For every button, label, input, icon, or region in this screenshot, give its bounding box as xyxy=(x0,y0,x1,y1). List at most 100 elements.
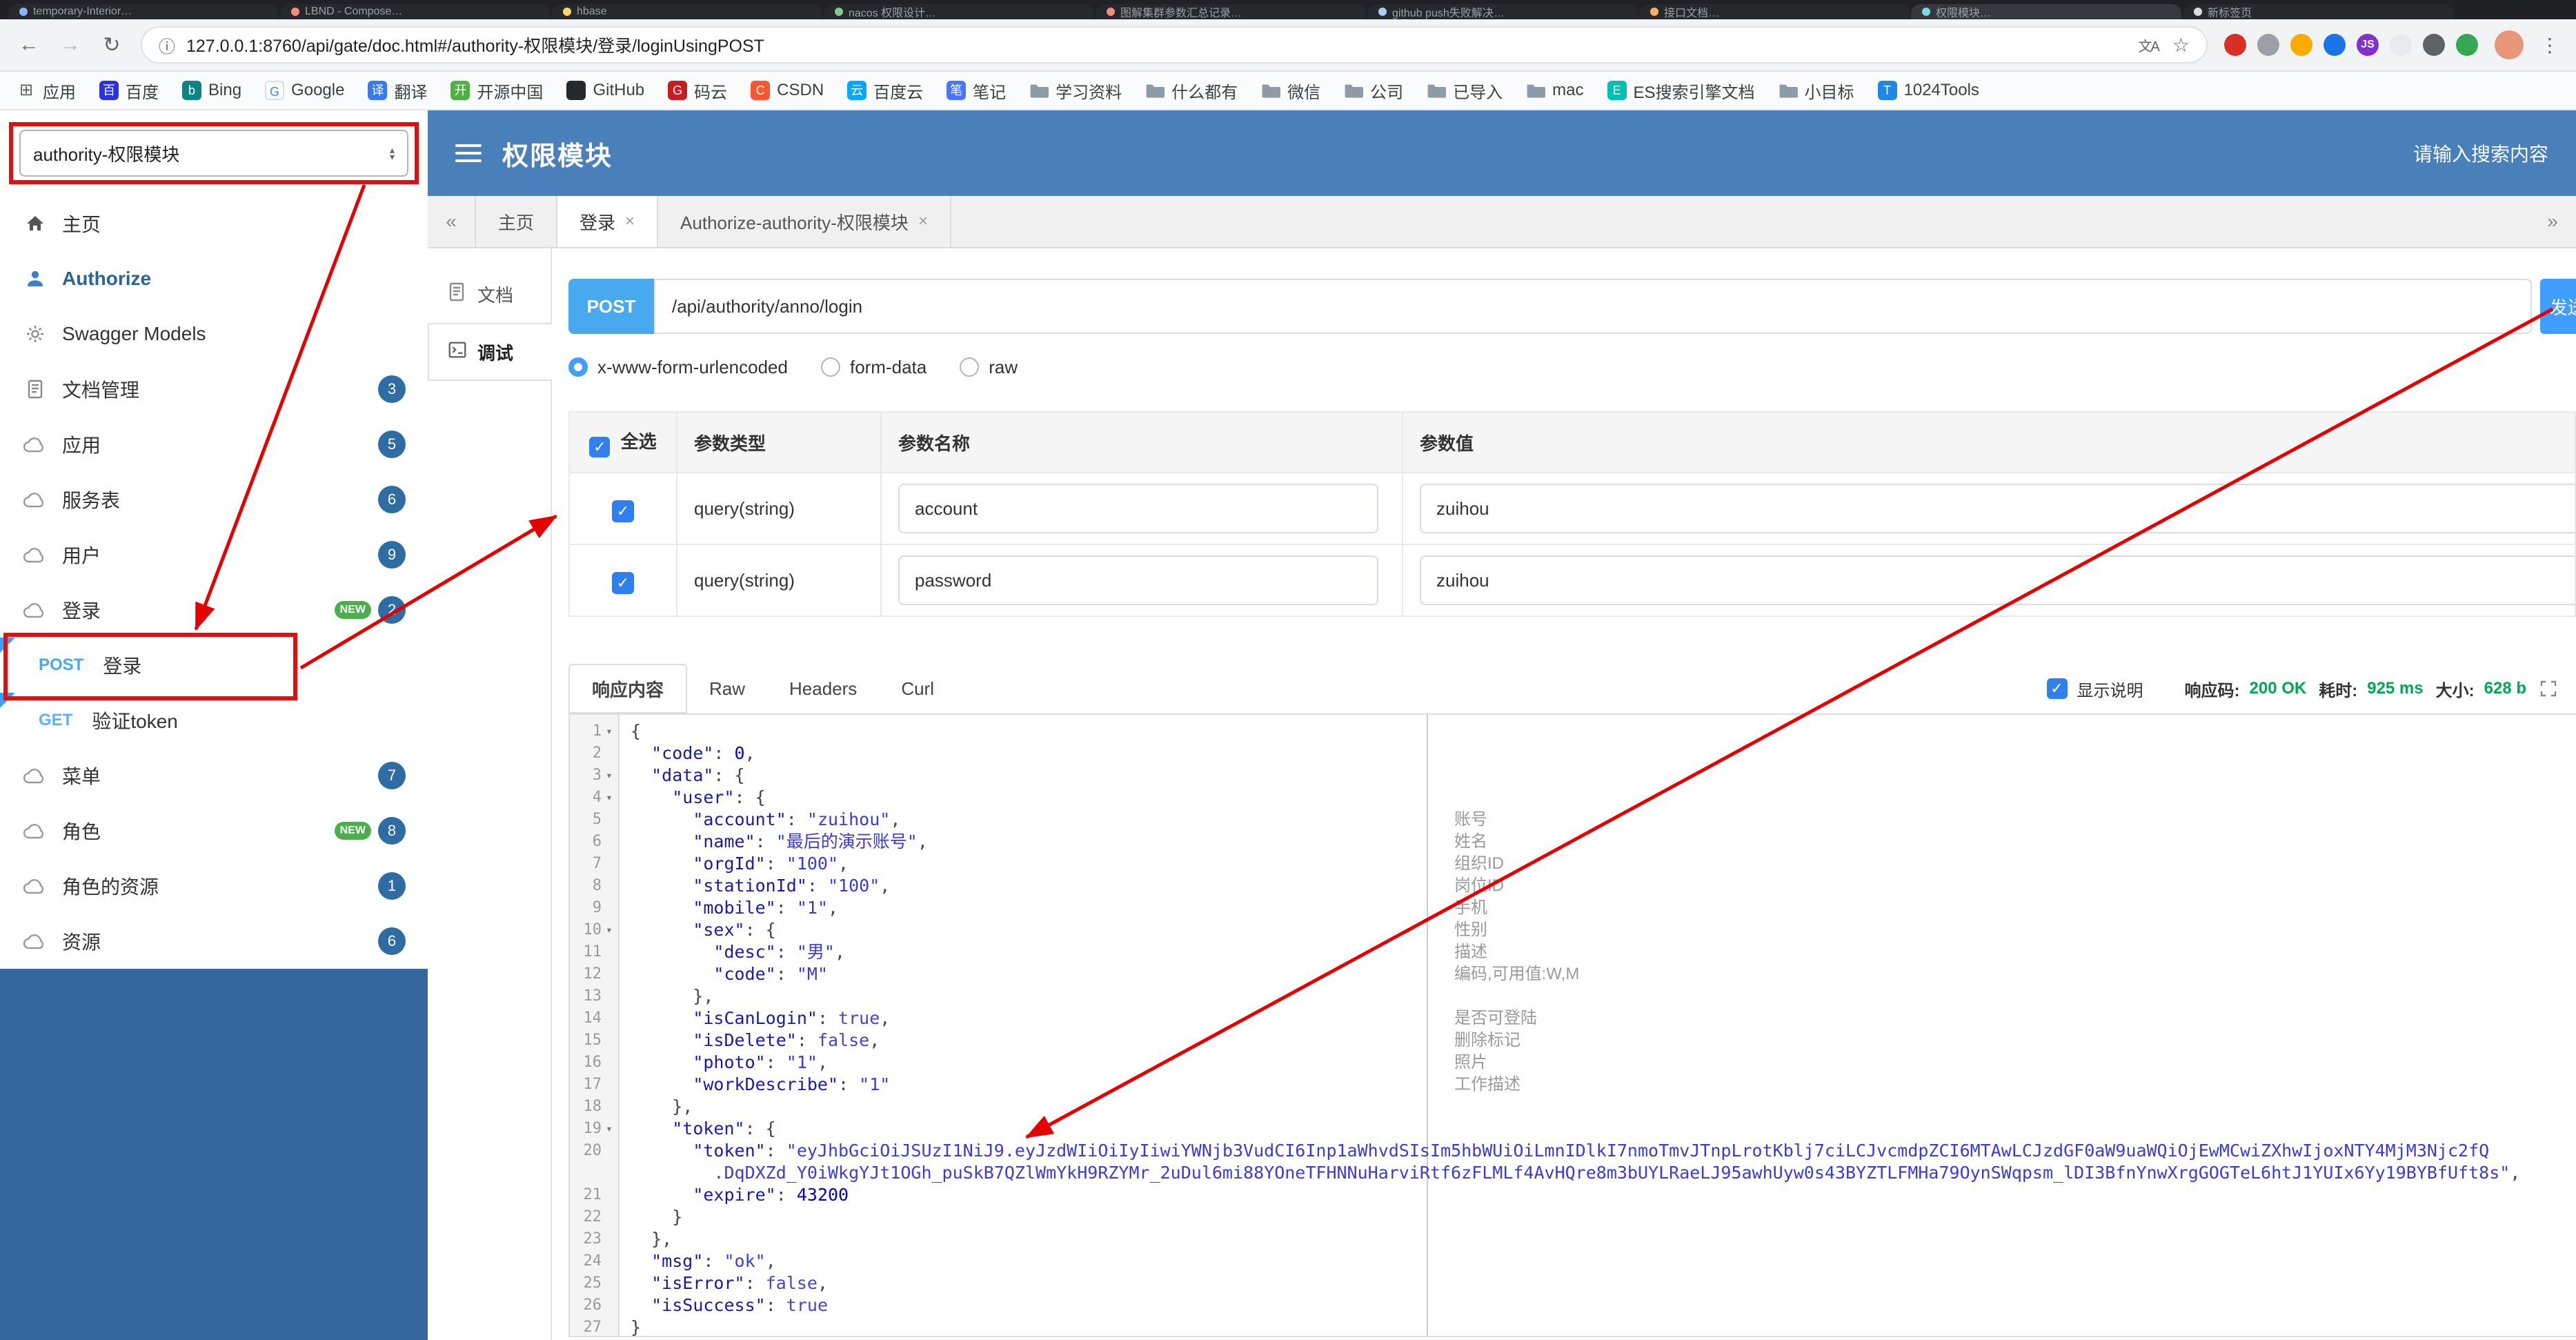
tab-home[interactable]: 主页 xyxy=(475,196,558,247)
sidebar-item-menu[interactable]: 菜单 7 xyxy=(0,748,428,803)
hamburger-icon[interactable] xyxy=(455,139,482,167)
sidebar-item-post-login[interactable]: POST 登录 xyxy=(0,638,428,693)
extension-icon[interactable] xyxy=(2224,34,2246,56)
bookmark-bing[interactable]: b Bing xyxy=(182,81,241,100)
browser-tab[interactable]: temporary-Interior… xyxy=(8,4,279,19)
radio-icon[interactable] xyxy=(960,357,980,377)
bookmark-mac-folder[interactable]: mac xyxy=(1526,81,1584,100)
bookmark-google[interactable]: G Google xyxy=(265,81,344,100)
param-value-input[interactable]: zuihou xyxy=(1420,555,2574,605)
translate-icon[interactable]: 文A xyxy=(2139,35,2160,55)
page-info-icon[interactable]: ⓘ xyxy=(159,33,175,57)
browser-tab[interactable]: hbase xyxy=(552,4,822,19)
extension-icon[interactable]: JS xyxy=(2357,34,2379,56)
address-bar[interactable]: ⓘ 127.0.0.1:8760/api/gate/doc.html#/auth… xyxy=(141,26,2208,63)
request-url-input[interactable]: /api/authority/anno/login xyxy=(654,279,2532,334)
param-value-input[interactable]: zuihou xyxy=(1420,484,2574,533)
response-tab[interactable]: Headers xyxy=(767,664,879,713)
extension-icon[interactable] xyxy=(2456,34,2478,56)
back-icon[interactable]: ← xyxy=(17,33,41,57)
extension-icon[interactable] xyxy=(2423,34,2445,56)
bookmark-es-docs[interactable]: E ES搜索引擎文档 xyxy=(1607,79,1755,103)
bookmark-note[interactable]: 笔笔记 xyxy=(947,79,1006,103)
vtab-debug[interactable]: 调试 xyxy=(428,323,552,381)
browser-tab[interactable]: 新标签页 xyxy=(2183,4,2453,19)
close-icon[interactable]: × xyxy=(625,212,635,231)
content-type-option[interactable]: form-data xyxy=(820,357,927,378)
response-tab[interactable]: Curl xyxy=(879,664,956,713)
bookmark-oschina[interactable]: 开开源中国 xyxy=(450,79,543,103)
radio-icon[interactable] xyxy=(568,357,588,377)
browser-menu-icon[interactable]: ⋮ xyxy=(2540,34,2559,57)
bookmark-wechat-folder[interactable]: 微信 xyxy=(1261,79,1320,103)
tab-authorize[interactable]: Authorize-authority-权限模块 × xyxy=(658,196,951,247)
fold-arrow-icon[interactable]: ▾ xyxy=(602,1118,617,1140)
param-name-input[interactable]: account xyxy=(898,484,1378,533)
fold-arrow-icon[interactable]: ▾ xyxy=(602,787,617,809)
service-select[interactable]: authority-权限模块 ▴ ▾ xyxy=(19,130,408,177)
send-button[interactable]: 发送 xyxy=(2540,279,2576,334)
response-tab[interactable]: Raw xyxy=(687,664,767,713)
bookmark-tools1024[interactable]: T 1024Tools xyxy=(1877,81,1979,100)
bookmark-apps[interactable]: ⊞ 应用 xyxy=(17,79,76,103)
sidebar-item-app[interactable]: 应用 5 xyxy=(0,417,428,472)
browser-tab[interactable]: 接口文档… xyxy=(1639,4,1910,19)
param-name-input[interactable]: password xyxy=(898,555,1378,605)
bookmark-baidu[interactable]: 百百度 xyxy=(99,79,159,103)
close-icon[interactable]: × xyxy=(918,212,928,231)
select-all-checkbox[interactable]: ✓ xyxy=(589,436,611,457)
content-type-option[interactable]: x-www-form-urlencoded xyxy=(568,357,788,378)
bookmark-study-folder[interactable]: 学习资料 xyxy=(1029,79,1122,103)
browser-tab[interactable]: nacos 权限设计… xyxy=(824,4,1094,19)
bookmark-github[interactable]: GitHub xyxy=(566,81,644,100)
sidebar-item-role-resource[interactable]: 角色的资源 1 xyxy=(0,858,428,914)
extension-icon[interactable] xyxy=(2324,34,2346,56)
browser-tab[interactable]: github push失败解决… xyxy=(1367,4,1638,19)
bookmark-imported-folder[interactable]: 已导入 xyxy=(1427,79,1503,103)
bookmark-translate[interactable]: 译翻译 xyxy=(368,79,427,103)
bookmark-gitee[interactable]: G 码云 xyxy=(668,79,727,103)
sidebar-item-swagger-models[interactable]: Swagger Models xyxy=(0,306,428,362)
sidebar-item-service-table[interactable]: 服务表 6 xyxy=(0,472,428,527)
bookmark-goal-folder[interactable]: 小目标 xyxy=(1779,79,1854,103)
bookmark-everything-folder[interactable]: 什么都有 xyxy=(1145,79,1238,103)
response-editor[interactable]: 1 ▾ 2 3 ▾ 4 ▾ 5 6 7 8 9 10 ▾ 11 12 13 14 15 16 17 18 19 ▾ 20 21 22… xyxy=(568,713,2576,1337)
profile-avatar[interactable] xyxy=(2495,30,2524,59)
code-token: "token" xyxy=(693,1141,766,1161)
browser-tab[interactable]: LBND - Compose… xyxy=(280,4,551,19)
response-tab[interactable]: 响应内容 xyxy=(568,664,688,713)
sidebar-item-login[interactable]: 登录 NEW 2 xyxy=(0,582,428,638)
sidebar-item-role[interactable]: 角色 NEW 8 xyxy=(0,803,428,858)
browser-tab[interactable]: 图解集群参数汇总记录… xyxy=(1096,4,1366,19)
header-search-input[interactable]: 请输入搜索内容 xyxy=(2413,139,2548,167)
extension-icon[interactable] xyxy=(2257,34,2279,56)
collapse-left-icon[interactable]: « xyxy=(428,196,475,247)
tab-login[interactable]: 登录 × xyxy=(557,196,659,247)
vtab-doc[interactable]: 文档 xyxy=(428,265,551,323)
bookmark-star-icon[interactable]: ☆ xyxy=(2172,34,2190,57)
collapse-right-icon[interactable]: » xyxy=(2529,196,2576,247)
bookmark-csdn[interactable]: C CSDN xyxy=(751,81,824,100)
show-desc-checkbox[interactable]: ✓ xyxy=(2046,678,2068,699)
bookmark-company-folder[interactable]: 公司 xyxy=(1344,79,1403,103)
sidebar-item-doc-manage[interactable]: 文档管理 3 xyxy=(0,362,428,417)
content-type-option[interactable]: raw xyxy=(960,357,1018,378)
bookmark-baiduyun[interactable]: 云百度云 xyxy=(847,79,923,103)
sidebar-item-resource[interactable]: 资源 6 xyxy=(0,914,428,969)
sidebar-item-home[interactable]: 主页 xyxy=(0,196,428,251)
fold-arrow-icon[interactable]: ▾ xyxy=(602,919,617,941)
row-checkbox[interactable]: ✓ xyxy=(612,500,634,522)
extension-icon[interactable] xyxy=(2290,34,2312,56)
radio-icon[interactable] xyxy=(820,357,840,377)
sidebar-item-get-verify-token[interactable]: GET 验证token xyxy=(0,693,428,748)
forward-icon[interactable]: → xyxy=(58,33,83,57)
extension-icon[interactable] xyxy=(2390,34,2412,56)
fullscreen-icon[interactable] xyxy=(2540,680,2557,697)
fold-arrow-icon[interactable]: ▾ xyxy=(602,720,617,742)
browser-tab[interactable]: 权限模块… xyxy=(1911,4,2181,19)
row-checkbox[interactable]: ✓ xyxy=(612,571,634,594)
reload-icon[interactable]: ↻ xyxy=(99,33,124,57)
fold-arrow-icon[interactable]: ▾ xyxy=(602,765,617,787)
sidebar-item-user[interactable]: 用户 9 xyxy=(0,527,428,582)
sidebar-item-authorize[interactable]: Authorize xyxy=(0,251,428,306)
